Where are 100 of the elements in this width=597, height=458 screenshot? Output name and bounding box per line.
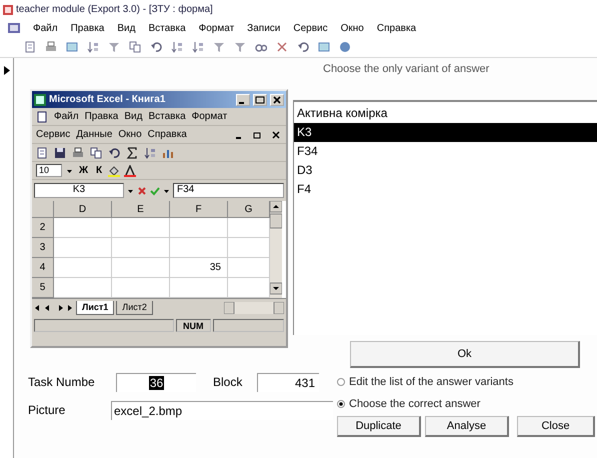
format-button[interactable]: К bbox=[94, 165, 104, 176]
undo-icon[interactable] bbox=[297, 41, 309, 53]
sheet-navigation-icon[interactable] bbox=[34, 302, 74, 312]
window-title: teacher module (Export 3.0) - [ЗТУ : форма] bbox=[16, 4, 213, 15]
horizontal-scrollbar[interactable] bbox=[224, 302, 284, 314]
table-cell bbox=[54, 238, 112, 258]
form-icon bbox=[3, 4, 13, 16]
fill-color-icon[interactable] bbox=[108, 164, 120, 176]
answer-option[interactable]: D3 bbox=[294, 161, 597, 180]
undo-icon[interactable] bbox=[108, 146, 120, 158]
copy-icon[interactable] bbox=[129, 41, 141, 53]
ok-button[interactable]: Ok bbox=[350, 341, 580, 368]
menu-item[interactable]: Правка bbox=[70, 22, 104, 34]
menu-item[interactable]: Правка bbox=[84, 111, 118, 122]
field-label: Block bbox=[213, 375, 244, 389]
menu-item[interactable]: Окно bbox=[340, 22, 364, 34]
font-size-field[interactable]: 10 bbox=[36, 164, 62, 177]
menu-item[interactable]: Сервис bbox=[293, 22, 328, 34]
sort-icon[interactable] bbox=[144, 146, 156, 158]
row-header[interactable]: 2 bbox=[32, 218, 54, 238]
radio-option[interactable]: Edit the list of the answer variants bbox=[337, 371, 597, 393]
action-button[interactable]: Duplicate bbox=[337, 416, 421, 437]
task-number-field[interactable]: 36 bbox=[116, 372, 196, 392]
radio-button[interactable] bbox=[337, 400, 345, 408]
copy-icon[interactable] bbox=[90, 146, 102, 158]
font-color-icon[interactable] bbox=[124, 164, 136, 176]
table-cell bbox=[170, 278, 228, 298]
window-icon[interactable] bbox=[318, 41, 330, 53]
column-header[interactable]: D bbox=[54, 201, 112, 218]
table-cell bbox=[112, 278, 170, 298]
record-pointer-icon[interactable] bbox=[4, 66, 10, 75]
name-box[interactable]: K3 bbox=[34, 183, 124, 198]
excel-window-title: Microsoft Excel - Книга1 bbox=[49, 94, 166, 105]
table-cell bbox=[54, 218, 112, 238]
menu-item[interactable]: Сервис bbox=[36, 129, 70, 140]
question-heading: Choose the only variant of answer bbox=[322, 62, 490, 77]
window-icon[interactable] bbox=[66, 41, 78, 53]
delete-icon[interactable] bbox=[276, 41, 288, 53]
print-icon[interactable] bbox=[72, 146, 84, 158]
table-cell bbox=[228, 278, 270, 298]
row-header[interactable]: 3 bbox=[32, 238, 54, 258]
save-icon[interactable] bbox=[54, 146, 66, 158]
form-icon bbox=[8, 22, 20, 34]
action-button[interactable]: Close bbox=[517, 416, 595, 437]
picture-field[interactable]: excel_2.bmp bbox=[111, 400, 333, 420]
menu-item[interactable]: Формат bbox=[192, 111, 228, 122]
formula-field[interactable]: F34 bbox=[173, 183, 284, 198]
table-cell bbox=[112, 258, 170, 278]
menu-item[interactable]: Вставка bbox=[148, 111, 186, 122]
menu-item[interactable]: Записи bbox=[247, 22, 280, 34]
status-panel bbox=[212, 318, 284, 332]
table-cell bbox=[170, 238, 228, 258]
sort-icon[interactable] bbox=[171, 41, 183, 53]
sheet-tab[interactable]: Лист1 bbox=[76, 300, 114, 314]
table-cell bbox=[112, 238, 170, 258]
close-icon[interactable] bbox=[271, 94, 283, 104]
table-cell: 35 bbox=[170, 258, 228, 278]
menu-item[interactable]: Данные bbox=[76, 129, 112, 140]
table-cell bbox=[228, 258, 270, 278]
vertical-scrollbar[interactable] bbox=[270, 201, 282, 295]
menu-item[interactable]: Вид bbox=[124, 111, 142, 122]
page-icon[interactable] bbox=[24, 41, 36, 53]
row-header[interactable]: 5 bbox=[32, 278, 54, 298]
radio-button[interactable] bbox=[337, 378, 345, 386]
menu-item[interactable]: Справка bbox=[376, 22, 416, 34]
sum-icon[interactable] bbox=[126, 146, 138, 158]
menu-item[interactable]: Вставка bbox=[148, 22, 186, 34]
sheet-tab[interactable]: Лист2 bbox=[116, 300, 153, 314]
format-button[interactable]: Ж bbox=[77, 165, 90, 176]
menu-item[interactable]: Файл bbox=[33, 22, 58, 34]
menu-item[interactable]: Окно bbox=[118, 129, 142, 140]
row-header[interactable]: 4 bbox=[32, 258, 54, 278]
answer-option[interactable]: F34 bbox=[294, 142, 597, 161]
radio-label: Choose the correct answer bbox=[349, 398, 480, 410]
menu-item[interactable]: Справка bbox=[148, 129, 187, 140]
field-label: Picture bbox=[28, 403, 66, 417]
close-icon[interactable] bbox=[270, 130, 282, 140]
answer-option[interactable]: K3 bbox=[294, 123, 597, 142]
table-cell bbox=[54, 278, 112, 298]
answer-option[interactable]: F4 bbox=[294, 180, 597, 199]
menu-item[interactable]: Вид bbox=[117, 22, 136, 34]
check-icon[interactable] bbox=[150, 186, 160, 196]
column-header[interactable]: E bbox=[112, 201, 170, 218]
table-cell bbox=[228, 238, 270, 258]
print-icon[interactable] bbox=[45, 41, 57, 53]
undo-icon[interactable] bbox=[150, 41, 162, 53]
sort-icon[interactable] bbox=[192, 41, 204, 53]
action-button[interactable]: Analyse bbox=[425, 416, 509, 437]
block-field[interactable]: 431 bbox=[257, 372, 319, 392]
table-cell bbox=[54, 258, 112, 278]
radio-option[interactable]: Choose the correct answer bbox=[337, 393, 597, 415]
column-header[interactable]: F bbox=[170, 201, 228, 218]
sort-icon[interactable] bbox=[87, 41, 99, 53]
page-icon[interactable] bbox=[36, 146, 48, 158]
document-icon bbox=[36, 110, 48, 122]
menu-item[interactable]: Файл bbox=[54, 111, 79, 122]
table-cell bbox=[112, 218, 170, 238]
menu-item[interactable]: Формат bbox=[198, 22, 234, 34]
answer-option[interactable]: Активна комірка bbox=[294, 104, 597, 123]
maximize-icon[interactable] bbox=[254, 94, 266, 104]
